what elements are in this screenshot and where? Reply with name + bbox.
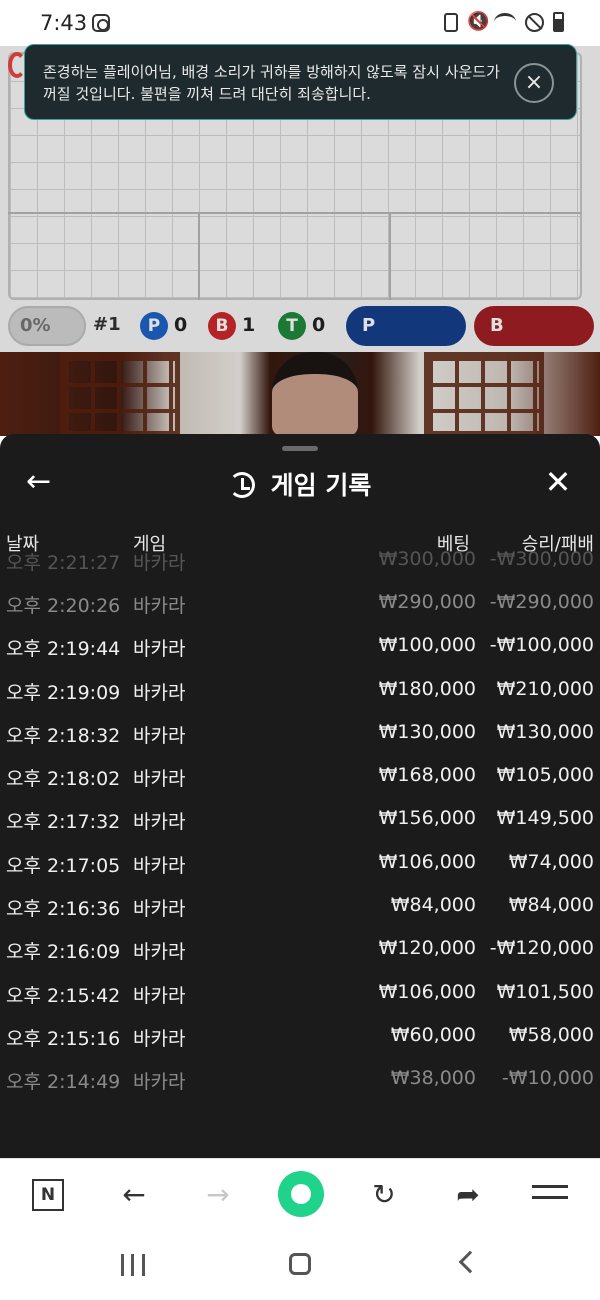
- row-game: 바카라: [133, 941, 186, 964]
- row-bet: ₩300,000: [378, 548, 476, 570]
- wifi-icon: [494, 13, 516, 31]
- row-result: ₩130,000: [496, 720, 594, 743]
- system-back-button[interactable]: [458, 1250, 482, 1274]
- row-bet: ₩290,000: [378, 591, 476, 613]
- row-date: 오후 2:15:42: [6, 984, 121, 1007]
- row-game: 바카라: [133, 1071, 186, 1094]
- row-date: 오후 2:17:32: [6, 811, 121, 834]
- table-row: 오후 2:19:09 바카라 ₩180,000 ₩210,000: [0, 670, 600, 713]
- row-result: -₩300,000: [489, 548, 594, 570]
- naver-home-button[interactable]: N: [32, 1179, 64, 1211]
- row-game: 바카라: [133, 681, 186, 704]
- row-result: -₩290,000: [489, 591, 594, 613]
- row-bet: ₩168,000: [378, 764, 476, 787]
- row-result: ₩58,000: [508, 1023, 594, 1046]
- row-game: 바카라: [133, 898, 186, 921]
- row-result: ₩149,500: [496, 807, 594, 830]
- recent-apps-button[interactable]: [121, 1254, 145, 1276]
- game-history-sheet: ← 게임 기록 ✕ 날짜 게임 베팅 승리/패배 오후 2:21:27 바카라 …: [0, 434, 600, 1158]
- row-game: 바카라: [133, 984, 186, 1007]
- row-date: 오후 2:16:09: [6, 941, 121, 964]
- row-result: ₩101,500: [496, 980, 594, 1003]
- row-bet: ₩38,000: [390, 1067, 476, 1090]
- row-game: 바카라: [133, 724, 186, 747]
- row-bet: ₩84,000: [390, 894, 476, 917]
- row-result: ₩84,000: [508, 894, 594, 917]
- table-row: 오후 2:15:16 바카라 ₩60,000 ₩58,000: [0, 1016, 600, 1059]
- row-bet: ₩120,000: [378, 937, 476, 960]
- sim-icon: [444, 12, 458, 32]
- screen: 7:43 🔇 0% #1 P 0 B 1 T 0 P B 존경하는 플레이어님,…: [0, 0, 600, 1300]
- row-result: ₩74,000: [508, 850, 594, 873]
- browser-forward-button[interactable]: →: [198, 1177, 238, 1213]
- table-row: 오후 2:19:44 바카라 ₩100,000 -₩100,000: [0, 626, 600, 669]
- system-home-button[interactable]: [289, 1253, 311, 1275]
- reload-button[interactable]: ↻: [364, 1177, 404, 1213]
- instagram-icon: [92, 14, 110, 32]
- history-list[interactable]: 오후 2:21:27 바카라 ₩300,000 -₩300,000 오후 2:2…: [0, 548, 600, 1103]
- table-row: 오후 2:17:32 바카라 ₩156,000 ₩149,500: [0, 799, 600, 842]
- row-bet: ₩60,000: [390, 1023, 476, 1046]
- row-game: 바카라: [133, 595, 186, 617]
- row-bet: ₩156,000: [378, 807, 476, 830]
- row-date: 오후 2:19:44: [6, 638, 121, 661]
- row-date: 오후 2:18:02: [6, 768, 121, 791]
- table-row: 오후 2:20:26 바카라 ₩290,000 -₩290,000: [0, 583, 600, 626]
- table-row: 오후 2:17:05 바카라 ₩106,000 ₩74,000: [0, 843, 600, 886]
- table-row: 오후 2:16:36 바카라 ₩84,000 ₩84,000: [0, 886, 600, 929]
- row-date: 오후 2:16:36: [6, 898, 121, 921]
- row-game: 바카라: [133, 1027, 186, 1050]
- row-date: 오후 2:21:27: [6, 552, 121, 574]
- browser-toolbar: N ← → ↻ ➦: [0, 1158, 600, 1230]
- row-bet: ₩106,000: [378, 850, 476, 873]
- toast-close-button[interactable]: ×: [514, 63, 554, 103]
- browser-back-button[interactable]: ←: [114, 1177, 154, 1213]
- status-bar: 7:43 🔇: [0, 0, 600, 46]
- row-game: 바카라: [133, 768, 186, 791]
- battery-icon: [553, 12, 564, 32]
- row-result: -₩10,000: [501, 1067, 594, 1090]
- sheet-title: 게임 기록: [0, 466, 600, 502]
- table-row: 오후 2:18:32 바카라 ₩130,000 ₩130,000: [0, 713, 600, 756]
- row-date: 오후 2:18:32: [6, 724, 121, 747]
- system-nav-bar: [0, 1230, 600, 1300]
- block-icon: [525, 12, 544, 32]
- sound-toast: 존경하는 플레이어님, 배경 소리가 귀하를 방해하지 않도록 잠시 사운드가 …: [24, 44, 577, 120]
- table-row: 오후 2:16:09 바카라 ₩120,000 -₩120,000: [0, 929, 600, 972]
- row-bet: ₩130,000: [378, 720, 476, 743]
- sheet-drag-handle[interactable]: [282, 446, 318, 451]
- row-game: 바카라: [133, 854, 186, 877]
- table-row: 오후 2:14:49 바카라 ₩38,000 -₩10,000: [0, 1059, 600, 1102]
- row-result: -₩100,000: [489, 634, 594, 657]
- row-date: 오후 2:17:05: [6, 854, 121, 877]
- row-result: ₩105,000: [496, 764, 594, 787]
- row-date: 오후 2:14:49: [6, 1071, 121, 1094]
- sheet-title-label: 게임 기록: [270, 471, 372, 500]
- row-result: -₩120,000: [489, 937, 594, 960]
- row-game: 바카라: [133, 552, 186, 574]
- table-row: 오후 2:18:02 바카라 ₩168,000 ₩105,000: [0, 756, 600, 799]
- toast-message: 존경하는 플레이어님, 배경 소리가 귀하를 방해하지 않도록 잠시 사운드가 …: [43, 63, 500, 103]
- share-button[interactable]: ➦: [448, 1177, 488, 1213]
- close-button[interactable]: ✕: [542, 464, 574, 500]
- history-icon: [228, 472, 255, 498]
- status-time: 7:43: [40, 11, 88, 35]
- table-row: 오후 2:21:27 바카라 ₩300,000 -₩300,000: [0, 540, 600, 583]
- table-row: 오후 2:15:42 바카라 ₩106,000 ₩101,500: [0, 973, 600, 1016]
- home-icon[interactable]: [278, 1171, 324, 1217]
- row-date: 오후 2:15:16: [6, 1027, 121, 1050]
- row-date: 오후 2:20:26: [6, 595, 121, 617]
- row-bet: ₩180,000: [378, 677, 476, 700]
- row-bet: ₩100,000: [378, 634, 476, 657]
- row-bet: ₩106,000: [378, 980, 476, 1003]
- mute-icon: 🔇: [467, 11, 490, 32]
- row-date: 오후 2:19:09: [6, 681, 121, 704]
- row-game: 바카라: [133, 638, 186, 661]
- menu-icon[interactable]: [532, 1177, 568, 1213]
- status-icons: 🔇: [444, 12, 564, 32]
- row-game: 바카라: [133, 811, 186, 834]
- row-result: ₩210,000: [496, 677, 594, 700]
